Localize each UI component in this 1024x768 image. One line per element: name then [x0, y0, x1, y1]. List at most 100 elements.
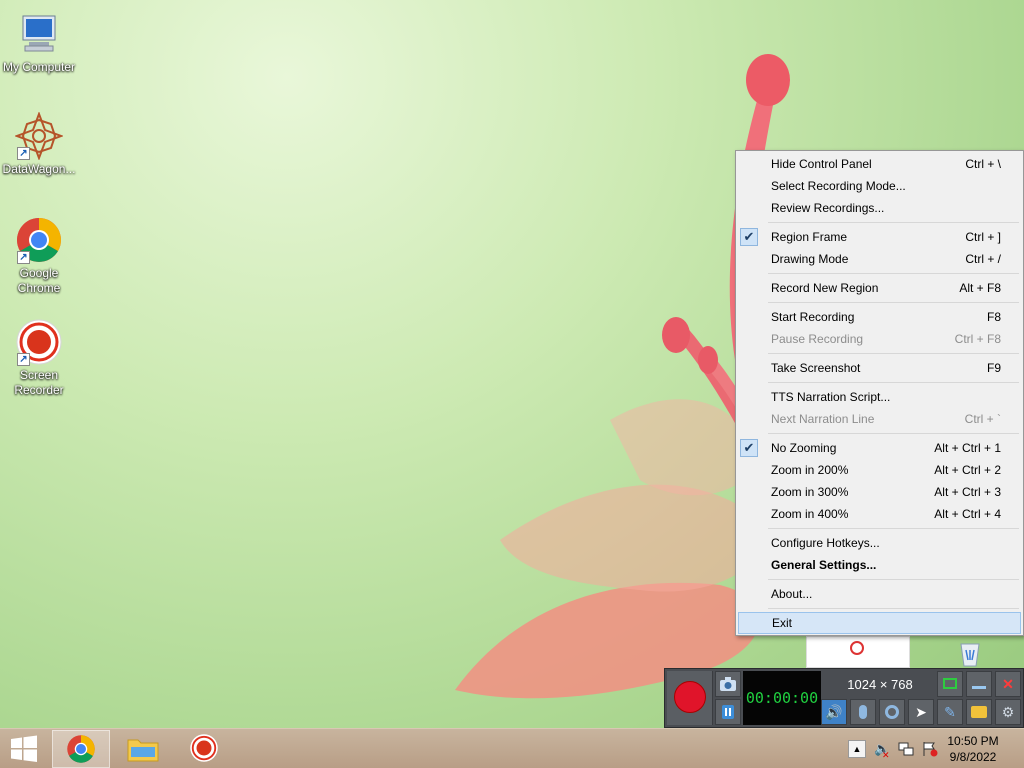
menu-item-label: Configure Hotkeys... — [771, 536, 880, 550]
menu-item-label: Hide Control Panel — [771, 157, 872, 171]
pause-icon — [722, 705, 734, 719]
menu-separator — [768, 302, 1019, 303]
open-folder-button[interactable] — [966, 699, 992, 725]
desktop-icon-google-chrome[interactable]: ↗ Google Chrome — [0, 216, 78, 296]
close-button[interactable]: ✕ — [995, 671, 1021, 697]
close-icon: ✕ — [1002, 676, 1014, 692]
cursor-icon: ➤ — [915, 704, 927, 720]
show-hidden-icons-button[interactable]: ▲ — [848, 740, 866, 758]
recorder-preview-thumbnail — [806, 636, 910, 668]
menu-item-shortcut: Alt + F8 — [959, 281, 1001, 295]
cursor-button[interactable]: ➤ — [908, 699, 934, 725]
menu-item-zoom-400[interactable]: Zoom in 400% Alt + Ctrl + 4 — [738, 503, 1021, 525]
menu-separator — [768, 273, 1019, 274]
menu-separator — [768, 579, 1019, 580]
start-button[interactable] — [0, 730, 48, 768]
folder-icon — [127, 739, 159, 762]
menu-item-general-settings[interactable]: General Settings... — [738, 554, 1021, 576]
menu-item-label: Next Narration Line — [771, 412, 875, 426]
menu-item-hide-control-panel[interactable]: Hide Control Panel Ctrl + \ — [738, 153, 1021, 175]
record-dot-icon — [850, 641, 864, 655]
menu-item-shortcut: Alt + Ctrl + 4 — [934, 507, 1001, 521]
pencil-icon: ✎ — [944, 704, 956, 720]
menu-item-label: TTS Narration Script... — [771, 390, 891, 404]
clock-time: 10:50 PM — [947, 734, 999, 748]
computer-icon — [15, 10, 63, 58]
menu-item-shortcut: Alt + Ctrl + 2 — [934, 463, 1001, 477]
action-center-flag-icon[interactable] — [922, 741, 938, 757]
volume-muted-icon[interactable]: 🔈 ✕ — [874, 741, 890, 760]
minimize-button[interactable] — [966, 671, 992, 697]
menu-item-label: Record New Region — [771, 281, 879, 295]
speaker-icon: 🔊 — [825, 704, 843, 720]
speaker-button[interactable]: 🔊 — [821, 699, 847, 725]
desktop-icon-screen-recorder[interactable]: ↗ Screen Recorder — [0, 318, 78, 398]
menu-item-pause-recording: Pause Recording Ctrl + F8 — [738, 328, 1021, 350]
menu-item-label: About... — [771, 587, 813, 601]
menu-item-shortcut: Ctrl + / — [965, 252, 1001, 266]
menu-item-region-frame[interactable]: ✔ Region Frame Ctrl + ] — [738, 226, 1021, 248]
menu-item-zoom-300[interactable]: Zoom in 300% Alt + Ctrl + 3 — [738, 481, 1021, 503]
taskbar: ▲ 🔈 ✕ 10:50 PM 9/8/2022 — [0, 728, 1024, 768]
minimize-icon — [972, 686, 986, 689]
camera-icon — [720, 677, 736, 691]
screen-recorder-icon — [190, 734, 218, 762]
checkmark-icon: ✔ — [740, 439, 758, 457]
desktop-icon-label: DataWagon... — [2, 162, 76, 176]
taskbar-app-google-chrome[interactable] — [52, 730, 110, 768]
system-clock[interactable]: 10:50 PM 9/8/2022 — [938, 733, 1008, 765]
menu-item-no-zooming[interactable]: ✔ No Zooming Alt + Ctrl + 1 — [738, 437, 1021, 459]
menu-separator — [768, 353, 1019, 354]
menu-item-tts-narration-script[interactable]: TTS Narration Script... — [738, 386, 1021, 408]
menu-item-drawing-mode[interactable]: Drawing Mode Ctrl + / — [738, 248, 1021, 270]
recycle-bin-icon — [955, 638, 985, 668]
menu-item-label: No Zooming — [771, 441, 837, 455]
region-size-label: 1024 × 768 — [823, 671, 937, 698]
menu-item-shortcut: F9 — [986, 361, 1001, 375]
menu-item-shortcut: F8 — [986, 310, 1001, 324]
pause-button[interactable] — [715, 699, 741, 725]
settings-button[interactable]: ⚙ — [995, 699, 1021, 725]
desktop-icon-label: Google Chrome — [17, 266, 61, 295]
menu-item-shortcut: Ctrl + F8 — [954, 332, 1001, 346]
menu-item-take-screenshot[interactable]: Take Screenshot F9 — [738, 357, 1021, 379]
desktop-icon-label: Screen Recorder — [14, 368, 64, 397]
folder-icon — [971, 706, 987, 718]
menu-separator — [768, 608, 1019, 609]
menu-item-label: Start Recording — [771, 310, 855, 324]
taskbar-app-file-explorer[interactable] — [114, 730, 172, 768]
menu-item-start-recording[interactable]: Start Recording F8 — [738, 306, 1021, 328]
taskbar-app-screen-recorder[interactable] — [176, 730, 234, 768]
record-button[interactable] — [667, 671, 713, 725]
menu-item-label: Drawing Mode — [771, 252, 849, 266]
network-icon[interactable] — [898, 741, 914, 757]
menu-separator — [768, 222, 1019, 223]
webcam-button[interactable] — [879, 699, 905, 725]
menu-item-configure-hotkeys[interactable]: Configure Hotkeys... — [738, 532, 1021, 554]
menu-item-exit[interactable]: Exit — [738, 612, 1021, 634]
draw-button[interactable]: ✎ — [937, 699, 963, 725]
menu-item-shortcut: Ctrl + ] — [965, 230, 1001, 244]
menu-item-label: Review Recordings... — [771, 201, 885, 215]
menu-item-zoom-200[interactable]: Zoom in 200% Alt + Ctrl + 2 — [738, 459, 1021, 481]
microphone-button[interactable] — [850, 699, 876, 725]
menu-item-next-narration-line: Next Narration Line Ctrl + ` — [738, 408, 1021, 430]
windows-logo-icon — [11, 735, 37, 762]
menu-item-select-recording-mode[interactable]: Select Recording Mode... — [738, 175, 1021, 197]
menu-item-label: Zoom in 300% — [771, 485, 849, 499]
menu-item-record-new-region[interactable]: Record New Region Alt + F8 — [738, 277, 1021, 299]
menu-item-shortcut: Alt + Ctrl + 3 — [934, 485, 1001, 499]
menu-item-label: Region Frame — [771, 230, 848, 244]
datawagon-icon: ↗ — [14, 111, 64, 161]
menu-separator — [768, 528, 1019, 529]
desktop-icon-my-computer[interactable]: My Computer — [0, 10, 78, 75]
screen-recorder-icon: ↗ — [15, 318, 63, 366]
menu-item-label: Exit — [772, 616, 793, 630]
menu-item-review-recordings[interactable]: Review Recordings... — [738, 197, 1021, 219]
region-frame-toggle[interactable] — [937, 671, 963, 697]
screenshot-button[interactable] — [715, 671, 741, 697]
chrome-icon — [67, 735, 95, 763]
menu-item-about[interactable]: About... — [738, 583, 1021, 605]
desktop-icon-datawagon[interactable]: ↗ DataWagon... — [0, 111, 78, 177]
checkmark-icon: ✔ — [740, 228, 758, 246]
